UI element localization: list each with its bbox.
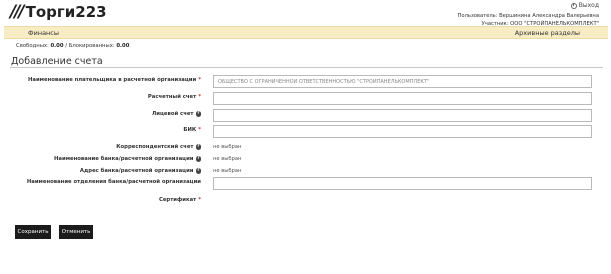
- blocked-value: 0.00: [116, 43, 130, 49]
- payer-name-label: Наименование плательщика в расчетной орг…: [28, 77, 201, 83]
- settlement-account-label: Расчетный счет *: [148, 94, 201, 100]
- bank-name-label-text: Наименование банка/расчетной организации: [53, 156, 194, 162]
- user-box: Выход Пользователь: Вершинина Александра…: [458, 2, 599, 28]
- form-row-certificate: Сертификат *: [0, 195, 611, 208]
- form-row-personal-account: Лицевой счет ?: [0, 109, 611, 122]
- branch-name-label: Наименование отделения банка/расчетной о…: [27, 179, 201, 185]
- bik-label-text: БИК: [183, 127, 197, 133]
- required-mark: *: [198, 77, 201, 83]
- corr-account-value: не выбран: [213, 144, 242, 150]
- help-icon[interactable]: ?: [195, 168, 201, 174]
- power-icon: [570, 2, 577, 9]
- title-divider: [10, 67, 603, 68]
- user-name: Пользователь: Вершинина Александра Валер…: [457, 13, 599, 19]
- free-label: Свободных:: [16, 43, 49, 49]
- required-mark: *: [198, 127, 201, 133]
- logo-mark: ///: [10, 2, 25, 22]
- payer-name-label-text: Наименование плательщика в расчетной орг…: [27, 77, 197, 83]
- bank-address-value: не выбран: [213, 168, 242, 174]
- branch-name-label-text: Наименование отделения банка/расчетной о…: [26, 179, 201, 185]
- logo[interactable]: /// Торги223: [10, 2, 107, 22]
- logout-label: Выход: [578, 2, 599, 9]
- balance-summary: Свободных: 0.00 / Блокированных: 0.00: [16, 43, 129, 49]
- bank-address-label: Адрес банка/расчетной организации ?: [80, 168, 201, 174]
- nav-archive[interactable]: Архивные разделы: [515, 29, 580, 37]
- save-button[interactable]: Сохранить: [15, 225, 51, 239]
- corr-account-label: Корреспондентский счет ?: [116, 144, 201, 150]
- personal-account-input[interactable]: [213, 109, 592, 122]
- form-row-bik: БИК *: [0, 125, 611, 138]
- personal-account-label: Лицевой счет ?: [152, 111, 201, 117]
- blocked-label: Блокированных:: [68, 43, 115, 49]
- logout-link[interactable]: Выход: [570, 2, 599, 10]
- bik-label: БИК *: [183, 127, 201, 133]
- logo-text: Торги223: [25, 3, 107, 21]
- certificate-label: Сертификат *: [159, 197, 201, 203]
- form-row-branch-name: Наименование отделения банка/расчетной о…: [0, 177, 611, 190]
- payer-name-input[interactable]: [213, 75, 592, 88]
- branch-name-input[interactable]: [213, 177, 592, 190]
- main-nav: Финансы Архивные разделы: [4, 26, 608, 39]
- cancel-button[interactable]: Отменить: [59, 225, 93, 239]
- required-mark: *: [198, 197, 201, 203]
- nav-finance[interactable]: Финансы: [28, 29, 59, 37]
- bik-input[interactable]: [213, 125, 592, 138]
- page-title: Добавление счета: [11, 56, 103, 67]
- required-mark: *: [198, 94, 201, 100]
- form-row-payer-name: Наименование плательщика в расчетной орг…: [0, 75, 611, 88]
- personal-account-label-text: Лицевой счет: [151, 111, 194, 117]
- settlement-account-label-text: Расчетный счет: [147, 94, 197, 100]
- form-row-settlement-account: Расчетный счет *: [0, 92, 611, 105]
- bank-name-label: Наименование банка/расчетной организации…: [54, 156, 201, 162]
- bank-name-value: не выбран: [213, 156, 242, 162]
- help-icon[interactable]: ?: [195, 111, 201, 117]
- help-icon[interactable]: ?: [195, 156, 201, 162]
- help-icon[interactable]: ?: [195, 144, 201, 150]
- certificate-label-text: Сертификат: [158, 197, 197, 203]
- settlement-account-input[interactable]: [213, 92, 592, 105]
- bank-address-label-text: Адрес банка/расчетной организации: [79, 168, 194, 174]
- corr-account-label-text: Корреспондентский счет: [116, 144, 194, 150]
- free-value: 0.00: [50, 43, 64, 49]
